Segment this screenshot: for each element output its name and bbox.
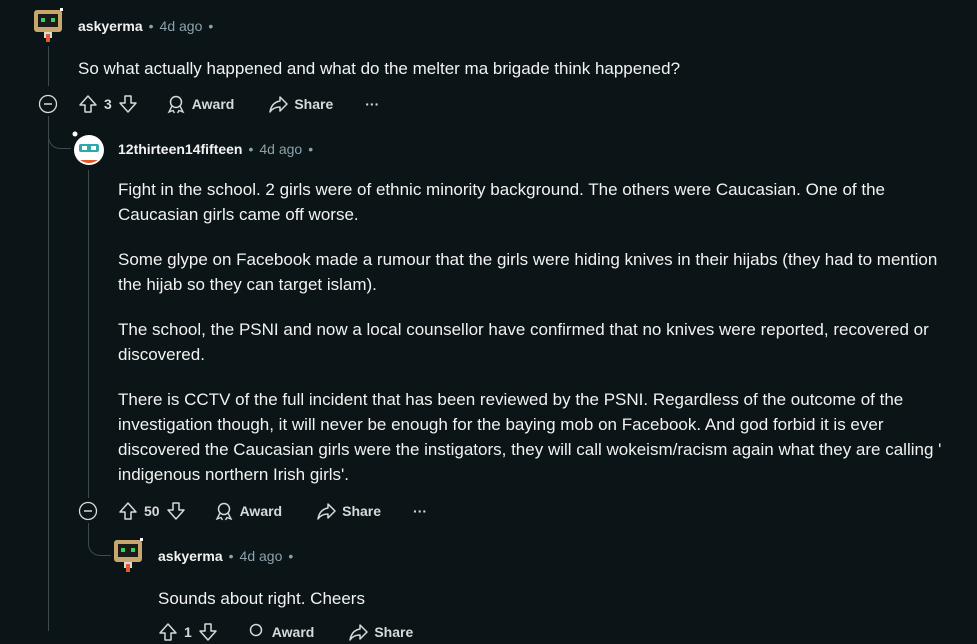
share-arrow-icon [349, 624, 369, 641]
comment-header: 12thirteen14fifteen • 4d ago • [118, 139, 313, 159]
comment-actions: 50 Award Share ··· [78, 499, 427, 523]
comment-header: askyerma • 4d ago • [158, 546, 293, 566]
snoo-avatar-icon [72, 131, 104, 165]
award-medal-icon [167, 95, 185, 114]
comment-actions: 3 Award Share ··· [38, 92, 379, 116]
thread-connector-2 [88, 523, 111, 556]
comment-paragraph: Sounds about right. Cheers [158, 589, 365, 608]
award-button[interactable]: Award [166, 94, 235, 114]
thread-line-2 [88, 170, 89, 498]
award-medal-icon [249, 623, 263, 637]
award-label: Award [271, 624, 315, 640]
award-label: Award [191, 96, 235, 112]
comment-paragraph: So what actually happened and what do th… [78, 59, 681, 78]
award-label: Award [239, 503, 283, 519]
vote-count: 3 [104, 96, 112, 112]
separator: • [148, 18, 154, 34]
share-label: Share [294, 96, 334, 112]
share-button[interactable]: Share [316, 501, 381, 521]
avatar[interactable] [110, 536, 146, 572]
comment-paragraph: Fight in the school. 2 girls were of eth… [118, 180, 885, 224]
timestamp[interactable]: 4d ago [240, 548, 283, 564]
comment-paragraph: There is CCTV of the full incident that … [118, 390, 942, 484]
downvote-arrow-icon[interactable] [166, 501, 186, 521]
comment-header: askyerma • 4d ago • [78, 16, 213, 36]
vote-count: 50 [144, 503, 160, 519]
username[interactable]: askyerma [78, 18, 143, 34]
downvote-arrow-icon[interactable] [118, 94, 138, 114]
share-button[interactable]: Share [268, 94, 333, 114]
upvote-arrow-icon[interactable] [78, 94, 98, 114]
avatar[interactable] [70, 130, 106, 166]
comment-paragraph: The school, the PSNI and now a local cou… [118, 320, 929, 364]
upvote-arrow-icon[interactable] [118, 501, 138, 521]
separator: • [308, 141, 314, 157]
more-options-button[interactable]: ··· [365, 96, 379, 112]
award-button[interactable]: Award [214, 501, 283, 521]
separator: • [208, 18, 214, 34]
collapse-minus-icon[interactable] [78, 501, 98, 521]
collapse-minus-icon[interactable] [38, 94, 58, 114]
thread-connector-1 [48, 116, 71, 149]
timestamp[interactable]: 4d ago [259, 141, 302, 157]
award-medal-icon [215, 502, 233, 521]
robot-avatar-icon [34, 8, 63, 42]
share-button[interactable]: Share [348, 622, 413, 642]
downvote-arrow-icon[interactable] [198, 622, 218, 642]
share-label: Share [342, 503, 382, 519]
share-arrow-icon [317, 503, 336, 520]
share-arrow-icon [269, 96, 289, 113]
timestamp[interactable]: 4d ago [160, 18, 203, 34]
robot-avatar-icon [114, 538, 143, 572]
award-button[interactable]: Award [246, 622, 315, 642]
comment-actions: 1 Award Share [158, 620, 413, 644]
comment-paragraph: Some glype on Facebook made a rumour tha… [118, 250, 938, 294]
separator: • [228, 548, 234, 564]
thread-line-1 [48, 46, 49, 86]
vote-count: 1 [184, 624, 192, 640]
share-label: Share [374, 624, 414, 640]
username[interactable]: askyerma [158, 548, 223, 564]
separator: • [288, 548, 294, 564]
more-options-button[interactable]: ··· [413, 503, 427, 519]
upvote-arrow-icon[interactable] [158, 622, 178, 642]
comment-body: Fight in the school. 2 girls were of eth… [118, 177, 958, 507]
username[interactable]: 12thirteen14fifteen [118, 141, 242, 157]
avatar[interactable] [30, 6, 66, 42]
thread-line-0 [48, 116, 49, 631]
separator: • [248, 141, 254, 157]
